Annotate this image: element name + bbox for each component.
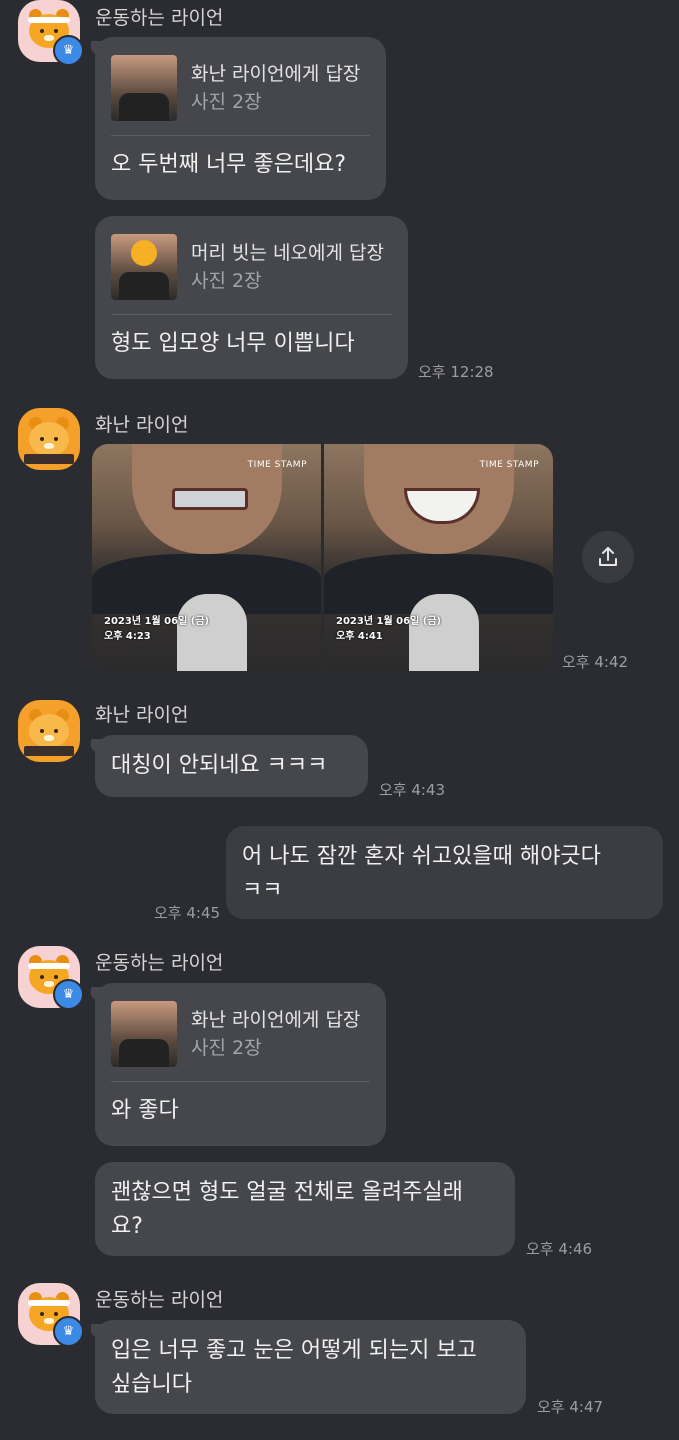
reply-message-bubble[interactable]: 화난 라이언에게 답장 사진 2장 와 좋다: [86, 983, 386, 1146]
message-line: 싶습니다: [111, 1372, 192, 1397]
stamp-time: 오후 4:23: [104, 631, 151, 642]
bubble-tail: [86, 1324, 106, 1338]
photo-watermark: TIME STAMP: [479, 460, 539, 470]
headband: [28, 1300, 70, 1306]
sender-name: 화난 라이언: [95, 414, 189, 436]
message-line: 입은 너무 좋고 눈은 어떻게 되는지 보고: [111, 1338, 477, 1363]
message-bubble[interactable]: 괜찮으면 형도 얼굴 전체로 올려주실래 요?: [95, 1162, 515, 1256]
reply-preview[interactable]: 화난 라이언에게 답장 사진 2장: [111, 55, 370, 136]
eye: [54, 729, 58, 733]
bubble-tail: [86, 987, 106, 1001]
message-text: 형도 입모양 너무 이쁩니다: [111, 331, 355, 356]
eye: [54, 1312, 58, 1316]
message-text: 입은 너무 좋고 눈은 어떻게 되는지 보고 싶습니다: [111, 1334, 510, 1402]
headband: [28, 17, 70, 23]
desk: [24, 454, 74, 464]
reply-message-bubble[interactable]: 머리 빗는 네오에게 답장 사진 2장 형도 입모양 너무 이쁩니다: [95, 216, 408, 379]
reply-target: 화난 라이언에게 답장: [191, 1009, 361, 1031]
message-time: 오후 4:42: [562, 653, 629, 671]
sender-name: 운동하는 라이언: [95, 1289, 224, 1311]
message-text: 어 나도 잠깐 혼자 쉬고있을때 해야긋다 ㅋㅋ: [242, 840, 647, 908]
message-text: 와 좋다: [111, 1098, 179, 1123]
reply-thumbnail: [111, 1001, 177, 1067]
reply-preview[interactable]: 화난 라이언에게 답장 사진 2장: [111, 1001, 370, 1082]
message-time: 오후 4:43: [379, 781, 446, 799]
bubble-tail: [86, 41, 106, 55]
eye: [40, 1312, 44, 1316]
reply-target: 머리 빗는 네오에게 답장: [191, 242, 384, 264]
photo-timestamp: 2023년 1월 06일 (금) 오후 4:23: [104, 614, 209, 644]
eye: [54, 437, 58, 441]
message-text: 대칭이 안되네요 ㅋㅋㅋ: [111, 753, 328, 778]
photo-2[interactable]: TIME STAMP 2023년 1월 06일 (금) 오후 4:41: [324, 444, 553, 671]
reply-thumbnail: [111, 234, 177, 300]
my-message-bubble[interactable]: 어 나도 잠깐 혼자 쉬고있을때 해야긋다 ㅋㅋ: [226, 826, 663, 919]
reply-thumbnail: [111, 55, 177, 121]
message-line: 괜찮으면 형도 얼굴 전체로 올려주실래: [111, 1180, 463, 1205]
nose: [44, 981, 54, 987]
photo-watermark: TIME STAMP: [247, 460, 307, 470]
message-time: 오후 4:47: [537, 1398, 604, 1416]
eye: [40, 29, 44, 33]
crown-icon: ♛: [53, 1316, 84, 1347]
nose: [44, 1318, 54, 1324]
reply-message-bubble[interactable]: 화난 라이언에게 답장 사진 2장 오 두번째 너무 좋은데요?: [86, 37, 386, 200]
eye: [54, 29, 58, 33]
crown-icon: ♛: [53, 35, 84, 66]
message-time: 오후 4:45: [154, 904, 221, 922]
share-button[interactable]: [582, 531, 634, 583]
eye: [40, 975, 44, 979]
reply-target: 화난 라이언에게 답장: [191, 63, 361, 85]
sender-name: 화난 라이언: [95, 704, 189, 726]
reply-attachment: 사진 2장: [191, 270, 262, 292]
message-bubble[interactable]: 입은 너무 좋고 눈은 어떻게 되는지 보고 싶습니다: [86, 1320, 526, 1414]
sender-avatar[interactable]: [18, 700, 80, 762]
eye: [40, 729, 44, 733]
bubble-tail: [86, 739, 106, 753]
crown-icon: ♛: [53, 979, 84, 1010]
photo-mouth: [172, 488, 248, 510]
eye: [54, 975, 58, 979]
nose: [44, 35, 54, 41]
reply-attachment: 사진 2장: [191, 91, 262, 113]
sender-name: 운동하는 라이언: [95, 7, 224, 29]
photo-timestamp: 2023년 1월 06일 (금) 오후 4:41: [336, 614, 441, 644]
eye: [40, 437, 44, 441]
message-line: ㅋㅋ: [242, 878, 283, 903]
message-time: 오후 12:28: [418, 363, 494, 381]
headband: [28, 963, 70, 969]
message-text: 괜찮으면 형도 얼굴 전체로 올려주실래 요?: [111, 1176, 499, 1244]
stamp-date: 2023년 1월 06일 (금): [104, 616, 210, 627]
message-text: 오 두번째 너무 좋은데요?: [111, 152, 347, 177]
nose: [44, 735, 54, 741]
share-icon: [599, 547, 617, 566]
message-bubble[interactable]: 대칭이 안되네요 ㅋㅋㅋ: [86, 735, 368, 797]
desk: [24, 746, 74, 756]
sender-name: 운동하는 라이언: [95, 952, 224, 974]
reply-preview[interactable]: 머리 빗는 네오에게 답장 사진 2장: [111, 234, 392, 315]
stamp-time: 오후 4:41: [336, 631, 383, 642]
nose: [44, 443, 54, 449]
message-time: 오후 4:46: [526, 1240, 593, 1258]
ryan-face: [29, 714, 69, 748]
reply-attachment: 사진 2장: [191, 1037, 262, 1059]
message-line: 요?: [111, 1214, 143, 1239]
ryan-face: [29, 422, 69, 456]
sender-avatar[interactable]: [18, 408, 80, 470]
message-line: 어 나도 잠깐 혼자 쉬고있을때 해야긋다: [242, 844, 601, 869]
stamp-date: 2023년 1월 06일 (금): [336, 616, 442, 627]
photo-1[interactable]: TIME STAMP 2023년 1월 06일 (금) 오후 4:23: [92, 444, 321, 671]
